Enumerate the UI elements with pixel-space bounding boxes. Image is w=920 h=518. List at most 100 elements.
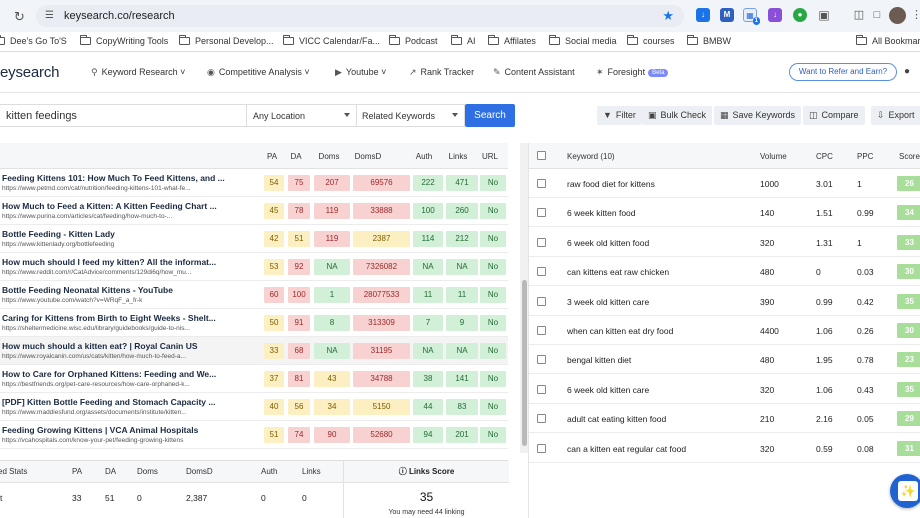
col-header[interactable]: Auth <box>413 152 435 161</box>
keyword-row[interactable]: raw food diet for kittens 1000 3.01 1 26 <box>529 169 920 198</box>
bookmark-item[interactable]: Podcast <box>389 35 438 46</box>
keyword-kw[interactable]: when can kitten eat dry food <box>567 326 673 336</box>
col-header[interactable]: Keyword (10) <box>567 152 615 161</box>
nav-keyword-research[interactable]: ⚲ Keyword Research ˅ <box>91 67 185 78</box>
download-extension-icon[interactable]: ↓ <box>696 8 710 22</box>
filter-button[interactable]: ▼ Filter <box>597 106 642 125</box>
keyword-input[interactable] <box>0 104 247 127</box>
serp-row[interactable]: How much should a kitten eat? | Royal Ca… <box>0 337 508 365</box>
search-button[interactable]: Search <box>465 104 515 127</box>
col-header[interactable]: Volume <box>760 152 787 161</box>
keyword-kw[interactable]: adult cat eating kitten food <box>567 414 666 424</box>
keyword-row[interactable]: adult cat eating kitten food 210 2.16 0.05 2… <box>529 404 920 434</box>
bookmark-item[interactable]: VICC Calendar/Fa... <box>283 35 380 46</box>
col-header[interactable]: Links <box>446 152 470 161</box>
keysearch-logo[interactable]: eysearch <box>0 64 59 81</box>
location-select[interactable]: Any Location <box>247 104 357 127</box>
bookmark-item[interactable]: courses <box>627 35 675 46</box>
serp-row[interactable]: Caring for Kittens from Birth to Eight W… <box>0 309 508 337</box>
col-header[interactable]: URL <box>480 152 500 161</box>
col-header[interactable]: DA <box>288 152 304 161</box>
keyword-kw[interactable]: 6 week kitten food <box>567 208 636 218</box>
serp-row[interactable]: Feeding Kittens 101: How Much To Feed Ki… <box>0 169 508 197</box>
serp-row[interactable]: How much should I feed my kitten? All th… <box>0 253 508 281</box>
site-settings-icon[interactable]: ☰ <box>45 10 54 21</box>
mode-select[interactable]: Related Keywords <box>356 104 465 127</box>
keyword-checkbox[interactable] <box>537 384 546 394</box>
menu-kebab-icon[interactable]: ⋮ <box>911 8 920 21</box>
bookmark-item[interactable]: Dee's Go To'S <box>0 35 67 46</box>
calendar-extension-icon[interactable]: ▦ 1 <box>743 8 760 25</box>
user-icon[interactable]: ● <box>904 66 910 77</box>
bookmark-item[interactable]: Social media <box>549 35 617 46</box>
serp-title-link[interactable]: How to Care for Orphaned Kittens: Feedin… <box>2 369 257 379</box>
download-arrow-extension-icon[interactable]: ↓ <box>768 8 782 22</box>
serp-title-link[interactable]: How much should a kitten eat? | Royal Ca… <box>2 341 257 351</box>
serp-title-link[interactable]: Feeding Growing Kittens | VCA Animal Hos… <box>2 425 257 435</box>
keyword-kw[interactable]: bengal kitten diet <box>567 355 631 365</box>
keyword-checkbox[interactable] <box>537 443 546 453</box>
col-header[interactable]: DomsD <box>353 152 383 161</box>
keyword-row[interactable]: can a kitten eat regular cat food 320 0.59… <box>529 433 920 463</box>
keyword-checkbox[interactable] <box>537 267 546 277</box>
nav-competitive-analysis[interactable]: ◉ Competitive Analysis ˅ <box>207 67 310 78</box>
nav-foresight[interactable]: ✶ Foresight Beta <box>596 67 669 78</box>
keyword-row[interactable]: 6 week old kitten food 320 1.31 1 33 <box>529 227 920 257</box>
serp-title-link[interactable]: [PDF] Kitten Bottle Feeding and Stomach … <box>2 397 257 407</box>
col-header[interactable]: CPC <box>816 152 833 161</box>
profile-avatar[interactable] <box>889 7 906 24</box>
save-keywords-button[interactable]: ▦ Save Keywords <box>714 106 802 125</box>
bug-extension-icon[interactable]: ● <box>793 8 807 22</box>
keyword-kw[interactable]: raw food diet for kittens <box>567 179 655 189</box>
serp-title-link[interactable]: Bottle Feeding - Kitten Lady <box>2 229 257 239</box>
reload-icon[interactable]: ↻ <box>14 9 25 25</box>
col-header[interactable]: Doms <box>314 152 344 161</box>
bookmark-item[interactable]: Affilates <box>488 35 536 46</box>
url-text[interactable]: keysearch.co/research <box>64 10 175 22</box>
keyword-checkbox[interactable] <box>537 355 546 365</box>
serp-title-link[interactable]: How Much to Feed a Kitten: A Kitten Feed… <box>2 201 257 211</box>
select-all-checkbox[interactable] <box>537 151 546 160</box>
refer-earn-button[interactable]: Want to Refer and Earn? <box>789 63 897 81</box>
puzzle-extensions-icon[interactable]: ▣ <box>817 8 831 22</box>
serp-row[interactable]: [PDF] Kitten Bottle Feeding and Stomach … <box>0 393 508 421</box>
nav-content-assistant[interactable]: ✎ Content Assistant <box>493 67 575 78</box>
serp-row[interactable]: How to Care for Orphaned Kittens: Feedin… <box>0 365 508 393</box>
bookmark-item[interactable]: CopyWriting Tools <box>80 35 168 46</box>
col-header[interactable]: PA <box>264 152 280 161</box>
keyword-row[interactable]: 6 week kitten food 140 1.51 0.99 34 <box>529 198 920 228</box>
keyword-row[interactable]: 3 week old kitten care 390 0.99 0.42 35 <box>529 286 920 316</box>
serp-title-link[interactable]: Caring for Kittens from Birth to Eight W… <box>2 313 257 323</box>
address-bar[interactable]: ☰ keysearch.co/research ★ <box>36 5 684 27</box>
keyword-row[interactable]: 6 week old kitten care 320 1.06 0.43 35 <box>529 374 920 404</box>
pdf-fab-button[interactable]: ✨ <box>890 474 920 508</box>
bookmark-item[interactable]: BMBW <box>687 35 731 46</box>
keyword-kw[interactable]: 6 week old kitten food <box>567 238 649 248</box>
keyword-kw[interactable]: can a kitten eat regular cat food <box>567 444 686 454</box>
all-bookmarks[interactable]: All Bookmarks <box>856 35 920 46</box>
bookmark-star-icon[interactable]: ★ <box>662 8 674 24</box>
serp-title-link[interactable]: How much should I feed my kitten? All th… <box>2 257 257 267</box>
info-icon[interactable]: ⓘ <box>399 467 407 476</box>
keyword-row[interactable]: bengal kitten diet 480 1.95 0.78 23 <box>529 345 920 375</box>
keyword-checkbox[interactable] <box>537 179 546 188</box>
bookmark-item[interactable]: Personal Develop... <box>179 35 274 46</box>
nav-rank-tracker[interactable]: ↗ Rank Tracker <box>409 67 474 78</box>
scrollbar-thumb[interactable] <box>522 280 527 446</box>
export-button[interactable]: ⇩ Export <box>871 106 920 125</box>
keyword-row[interactable]: can kittens eat raw chicken 480 0 0.03 30 <box>529 257 920 287</box>
nav-youtube[interactable]: ▶ Youtube ˅ <box>335 67 386 78</box>
serp-row[interactable]: Bottle Feeding Neonatal Kittens - YouTub… <box>0 281 508 309</box>
tab-search-icon[interactable]: ◫ <box>852 8 866 22</box>
col-header[interactable]: PPC <box>857 152 873 161</box>
bulk-check-button[interactable]: ▣ Bulk Check <box>642 106 713 125</box>
compare-button[interactable]: ◫ Compare <box>803 106 865 125</box>
serp-row[interactable]: Feeding Growing Kittens | VCA Animal Hos… <box>0 421 508 449</box>
keyword-kw[interactable]: 3 week old kitten care <box>567 297 649 307</box>
m-extension-icon[interactable]: M <box>720 8 734 22</box>
keyword-checkbox[interactable] <box>537 326 546 335</box>
keyword-checkbox[interactable] <box>537 237 546 247</box>
keyword-checkbox[interactable] <box>537 414 546 424</box>
serp-row[interactable]: How Much to Feed a Kitten: A Kitten Feed… <box>0 197 508 225</box>
bookmark-item[interactable]: AI <box>451 35 476 46</box>
